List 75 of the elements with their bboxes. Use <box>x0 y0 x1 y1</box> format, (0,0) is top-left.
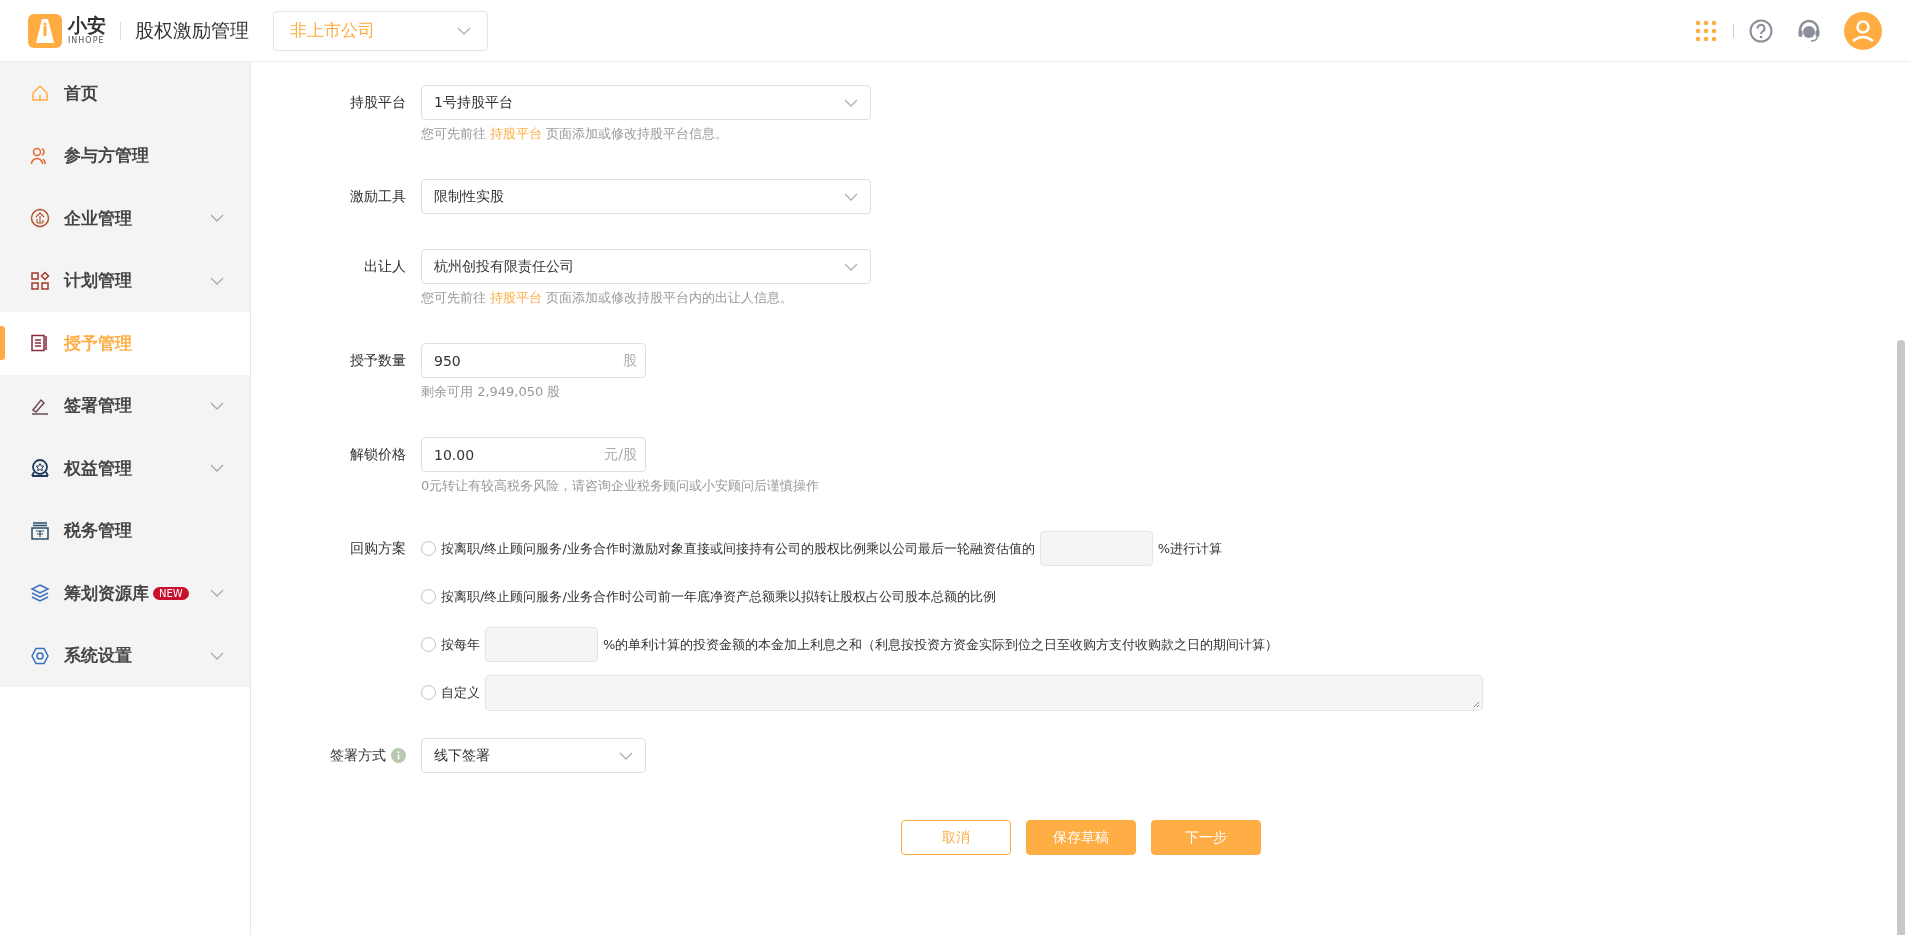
radio-button[interactable] <box>421 589 436 604</box>
nav-label: 首页 <box>64 81 98 105</box>
field-label: 签署方式 <box>330 746 386 765</box>
nav-item[interactable]: 税务管理 <box>0 499 250 562</box>
document-icon <box>30 333 50 354</box>
layers-icon <box>30 583 50 604</box>
chevron-down-icon <box>457 25 471 36</box>
home-icon <box>30 83 50 104</box>
hint-text: 0元转让有较高税务风险，请咨询企业税务顾问或小安顾问后谨慎操作 <box>421 477 820 495</box>
unit-label: 股 <box>623 351 637 370</box>
radio-button[interactable] <box>421 637 436 652</box>
nav-label: 企业管理 <box>64 206 132 230</box>
input-field[interactable]: 950 股 <box>421 343 646 378</box>
nav-label: 签署管理 <box>64 394 132 418</box>
app-title: 股权激励管理 <box>135 17 249 43</box>
select-field[interactable]: 线下签署 <box>421 738 646 773</box>
nav-label: 税务管理 <box>64 519 132 543</box>
radio-button[interactable] <box>421 541 436 556</box>
nav-item[interactable]: 系统设置 <box>0 624 250 687</box>
help-icon[interactable] <box>1748 17 1774 44</box>
select-field[interactable]: 1号持股平台 <box>421 85 871 120</box>
nav-item[interactable]: 计划管理 <box>0 249 250 312</box>
new-badge: NEW <box>153 586 189 600</box>
logo-icon <box>28 13 62 48</box>
resize-grip-icon <box>1473 700 1480 708</box>
nav-label: 筹划资源库 <box>64 581 149 605</box>
input-field[interactable] <box>1039 531 1153 566</box>
option-text: 自定义 <box>441 683 480 702</box>
info-icon[interactable] <box>391 748 406 763</box>
chevron-down-icon <box>844 97 858 108</box>
hint-text: 您可先前往 持股平台 页面添加或修改持股平台信息。 <box>421 125 730 143</box>
logo-subtitle: INHOPE <box>68 37 105 45</box>
settings-icon <box>30 645 50 666</box>
nav-item[interactable]: 筹划资源库 NEW <box>0 562 250 625</box>
medal-icon <box>30 458 50 479</box>
field-label: 授予数量 <box>350 351 406 370</box>
text-area[interactable] <box>485 674 1483 711</box>
option-text: 按离职/终止顾问服务/业务合作时激励对象直接或间接持有公司的股权比例乘以公司最后一轮融资估值的 <box>441 539 1035 558</box>
option-text: %进行计算 <box>1157 539 1223 558</box>
nav-item[interactable]: 首页 <box>0 62 250 125</box>
option-text: 按离职/终止顾问服务/业务合作时公司前一年底净资产总额乘以拟转让股权占公司股本总额的比例 <box>441 587 996 606</box>
nav-item[interactable]: 权益管理 <box>0 437 250 500</box>
avatar-icon[interactable] <box>1844 11 1882 50</box>
headset-icon[interactable] <box>1796 17 1822 44</box>
field-label: 持股平台 <box>350 93 406 112</box>
input-field[interactable] <box>485 627 598 662</box>
radio-button[interactable] <box>421 685 436 700</box>
active-indicator <box>0 326 5 360</box>
nav-item[interactable]: 签署管理 <box>0 374 250 437</box>
chevron-down-icon <box>844 261 858 272</box>
hint-text: 您可先前往 持股平台 页面添加或修改持股平台内的出让人信息。 <box>421 289 795 307</box>
select-field[interactable]: 限制性实股 <box>421 179 871 214</box>
input-field[interactable]: 10.00 元/股 <box>421 437 646 472</box>
nav-label: 授予管理 <box>64 331 132 355</box>
nav-item[interactable]: 企业管理 <box>0 187 250 250</box>
field-label: 解锁价格 <box>350 445 406 464</box>
option-text: %的单利计算的投资金额的本金加上利息之和（利息按投资方资金实际到位之日至收购方支付收购款之日的期间计算） <box>603 635 1279 654</box>
blocks-icon <box>30 270 50 291</box>
nav-label: 系统设置 <box>64 644 132 668</box>
nav-label: 权益管理 <box>64 456 132 480</box>
unit-label: 元/股 <box>604 445 637 464</box>
logo-text: 小安 <box>68 16 106 35</box>
nav-item[interactable]: 参与方管理 <box>0 124 250 187</box>
nav-label: 计划管理 <box>64 269 132 293</box>
chevron-down-icon <box>844 191 858 202</box>
nav-label: 参与方管理 <box>64 144 149 168</box>
hint-text: 剩余可用 2,949,050 股 <box>421 383 562 401</box>
option-text: 按每年 <box>441 635 480 654</box>
select-field[interactable]: 杭州创投有限责任公司 <box>421 249 871 284</box>
field-label: 激励工具 <box>350 187 406 206</box>
chevron-down-icon <box>619 750 633 761</box>
scrollbar-thumb[interactable] <box>1897 340 1905 935</box>
field-label: 出让人 <box>364 257 406 276</box>
tax-box-icon <box>30 520 50 541</box>
field-label: 回购方案 <box>350 539 406 558</box>
